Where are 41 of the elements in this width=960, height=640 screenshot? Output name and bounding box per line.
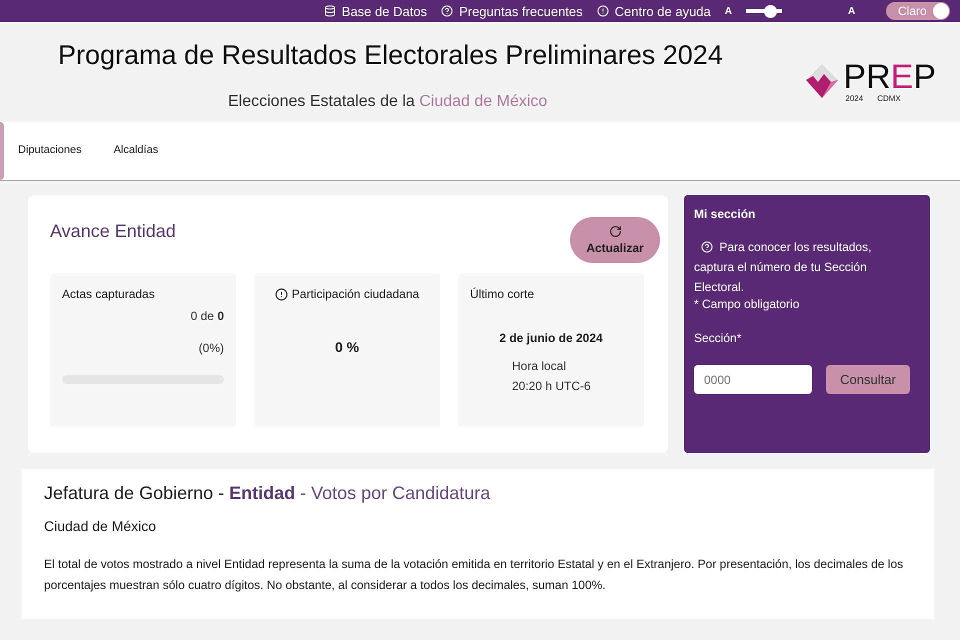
time-label: Hora local bbox=[512, 359, 568, 373]
slider-thumb[interactable] bbox=[764, 4, 778, 18]
results-heading: Jefatura de Gobierno - Entidad - Votos por Candidatura bbox=[44, 483, 492, 504]
participation-value: 0 % bbox=[334, 339, 360, 355]
consult-button[interactable]: Consultar bbox=[826, 365, 910, 394]
info-icon bbox=[596, 5, 609, 17]
logo-year: 2024 bbox=[845, 94, 864, 102]
cut-date: 2 de junio de 2024 bbox=[499, 331, 603, 345]
percent-text: (0%) bbox=[198, 341, 224, 355]
count-text: 0 de 0 bbox=[190, 309, 224, 323]
refresh-icon bbox=[608, 225, 622, 238]
logo-region: CDMX bbox=[877, 94, 901, 102]
required-note: * Campo obligatorio bbox=[694, 297, 800, 311]
help-text: Para conocer los resultados, captura el número de tu Sección Electoral. bbox=[694, 239, 872, 296]
logo-wordmark: PREP bbox=[843, 60, 936, 94]
section-input[interactable]: 0000 bbox=[694, 365, 812, 394]
page-subtitle: Elecciones Estatales de la Ciudad de México bbox=[228, 93, 548, 111]
card-title: Actas capturadas bbox=[62, 287, 156, 301]
field-label: Sección* bbox=[694, 331, 742, 345]
top-link[interactable]: Centro de ayuda bbox=[596, 4, 711, 18]
large-font-label: A bbox=[848, 6, 856, 16]
panel-title: Avance Entidad bbox=[50, 221, 176, 242]
small-font-label: A bbox=[724, 6, 732, 16]
top-link[interactable]: Preguntas frecuentes bbox=[441, 4, 583, 18]
side-accent bbox=[0, 122, 4, 180]
cut-time: 20:20 h UTC-6 bbox=[512, 379, 592, 393]
place-name: Ciudad de México bbox=[44, 518, 158, 534]
database-icon bbox=[324, 5, 336, 17]
refresh-button[interactable]: Actualizar bbox=[570, 217, 660, 263]
page-title: Programa de Resultados Electorales Preliminares 2024 bbox=[58, 40, 723, 71]
card-title: Último corte bbox=[470, 287, 536, 301]
top-link[interactable]: Base de Datos bbox=[324, 4, 428, 18]
info-icon bbox=[274, 288, 288, 300]
tab[interactable]: Diputaciones bbox=[4, 138, 96, 164]
tab[interactable]: Alcaldías bbox=[100, 138, 172, 164]
results-note: El total de votos mostrado a nivel Entidad representa la suma de la votación emitida en territorio Estatal y en el Extranjero. Por presentación, los decimales de los porcentajes muestran sólo cuatro dígitos. No obstante, al considerar a todos los decimales, suman 100%. bbox=[44, 556, 904, 594]
help-icon bbox=[700, 241, 713, 253]
section-title: Mi sección bbox=[694, 207, 756, 221]
card-title: Participación ciudadana bbox=[292, 287, 420, 301]
logo-icon bbox=[805, 62, 840, 100]
help-icon bbox=[441, 5, 454, 17]
